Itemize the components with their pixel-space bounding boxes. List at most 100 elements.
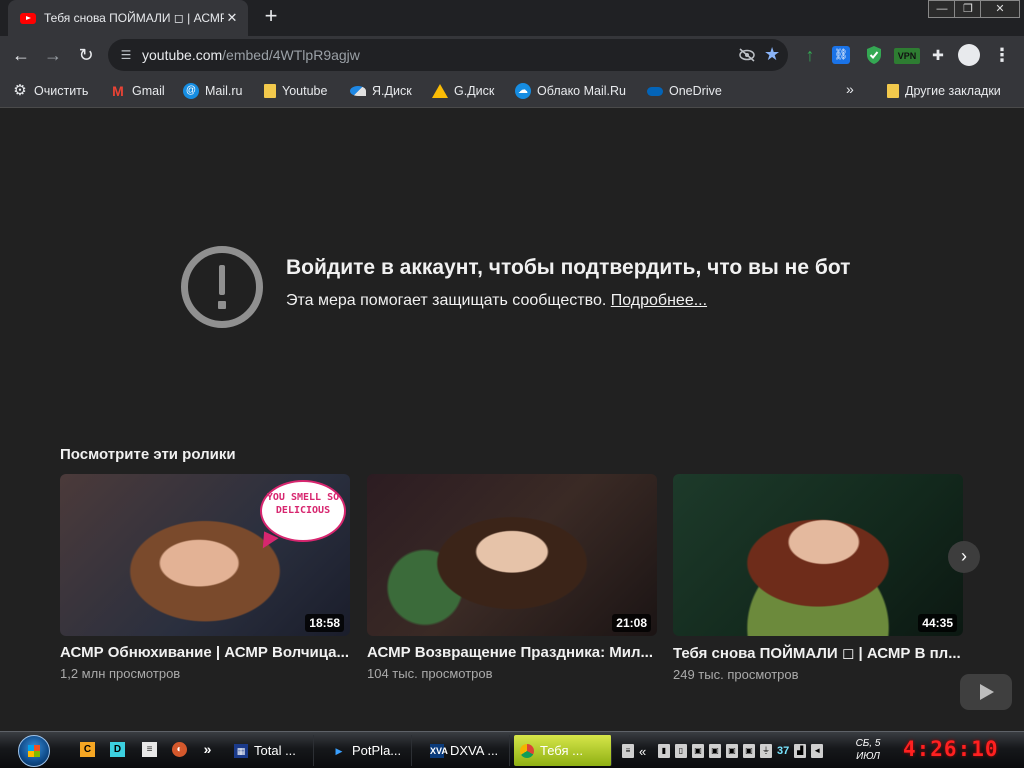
bookmark-gmail[interactable]: M Gmail	[110, 81, 165, 101]
chrome-icon	[520, 743, 534, 758]
reload-icon[interactable]: ↻	[73, 42, 99, 68]
tab-title: Тебя снова ПОЙМАЛИ ◻ | АСМР В пл	[44, 11, 224, 25]
url-path: /embed/4WTlpR9agjw	[222, 47, 360, 63]
taskbar-button-potplayer[interactable]: ▶ PotPla...	[326, 735, 412, 766]
bookmarks-bar: ⚙ Очистить M Gmail @ Mail.ru Youtube Я.Д…	[0, 74, 1024, 108]
extension-link-icon[interactable]: ⛓	[832, 46, 850, 64]
next-videos-chevron-icon[interactable]: ›	[948, 541, 980, 573]
total-commander-icon: ▦	[234, 743, 248, 758]
tab-close-icon[interactable]: ✕	[224, 10, 240, 26]
taskbar-button-label: Тебя ...	[540, 743, 583, 758]
video-card[interactable]: 44:35 Тебя снова ПОЙМАЛИ ◻ | АСМР В пл..…	[673, 474, 963, 682]
signin-message-text: Эта мера помогает защищать сообщество.	[286, 292, 607, 309]
video-thumbnail[interactable]: 21:08	[367, 474, 657, 636]
bookmark-youtube-folder[interactable]: Youtube	[264, 81, 327, 101]
tray-notepad-icon[interactable]: ≡	[622, 744, 634, 758]
alert-bar	[219, 265, 225, 295]
window-maximize-button[interactable]: ❐	[954, 0, 982, 18]
tracking-blocked-eye-icon[interactable]	[738, 47, 756, 63]
start-button-icon[interactable]	[18, 735, 50, 767]
bookmark-onedrive[interactable]: OneDrive	[647, 81, 722, 101]
quicklaunch-c-icon[interactable]: C	[80, 742, 95, 757]
window-close-button[interactable]: ✕	[980, 0, 1020, 18]
bookmark-label: Youtube	[282, 84, 328, 98]
forward-arrow-icon[interactable]: →	[40, 42, 66, 68]
window-minimize-button[interactable]: —	[928, 0, 956, 18]
gear-icon: ⚙	[13, 82, 27, 99]
tray-window-icon[interactable]: ▯	[675, 744, 687, 758]
video-thumbnail[interactable]: YOU SMELL SO DELICIOUS 18:58	[60, 474, 350, 636]
bookmark-yandex-disk[interactable]: Я.Диск	[350, 81, 412, 101]
video-card[interactable]: 21:08 АСМР Возвращение Праздника: Мил...…	[367, 474, 657, 681]
video-duration: 18:58	[305, 614, 344, 632]
taskbar-clock[interactable]: 4:26:10	[903, 737, 999, 761]
learn-more-link[interactable]: Подробнее...	[611, 292, 707, 309]
embed-page: Войдите в аккаунт, чтобы подтвердить, чт…	[0, 109, 1024, 731]
tray-app-icon-1[interactable]: ▣	[692, 744, 704, 758]
tray-counter[interactable]: 37	[777, 745, 789, 757]
extension-shield-icon[interactable]	[864, 45, 884, 65]
cloud-icon: ☁	[515, 83, 531, 99]
bookmarks-overflow-chevron-icon[interactable]: »	[846, 81, 854, 97]
quicklaunch-overflow-chevron-icon[interactable]: »	[200, 742, 215, 757]
site-info-icon[interactable]: ☰	[118, 47, 134, 63]
quicklaunch-d-icon[interactable]: D	[110, 742, 125, 757]
address-url[interactable]: youtube.com/embed/4WTlpR9agjw	[142, 47, 360, 63]
quicklaunch-document-icon[interactable]: ≡	[142, 742, 157, 757]
quicklaunch-firefox-icon[interactable]: ◐	[172, 742, 187, 757]
bookmark-label: Облако Mail.Ru	[537, 84, 626, 98]
bookmark-label: Я.Диск	[372, 84, 412, 98]
recommendations-heading: Посмотрите эти ролики	[60, 446, 236, 463]
taskbar-button-label: Total ...	[254, 743, 296, 758]
tray-monitor-icon[interactable]: ▮	[658, 744, 670, 758]
signin-message-subtitle: Эта мера помогает защищать сообщество. П…	[286, 292, 707, 310]
video-title[interactable]: АСМР Возвращение Праздника: Мил...	[367, 644, 657, 661]
taskbar-button-total-commander[interactable]: ▦ Total ...	[228, 735, 314, 766]
tray-app-icon-3[interactable]: ▣	[726, 744, 738, 758]
back-arrow-icon[interactable]: ←	[8, 42, 34, 68]
bookmark-mailru[interactable]: @ Mail.ru	[183, 81, 243, 101]
profile-avatar-icon[interactable]	[958, 44, 980, 66]
speech-bubble: YOU SMELL SO DELICIOUS	[260, 480, 346, 542]
browser-toolbar: ← → ↻ ☰ youtube.com/embed/4WTlpR9agjw ★ …	[0, 36, 1024, 74]
shield-icon	[867, 46, 881, 64]
bookmark-clear[interactable]: ⚙ Очистить	[12, 81, 88, 101]
bookmark-google-drive[interactable]: G.Диск	[432, 81, 494, 101]
video-title[interactable]: АСМР Обнюхивание | АСМР Волчица...	[60, 644, 350, 661]
video-duration: 21:08	[612, 614, 651, 632]
video-views: 1,2 млн просмотров	[60, 666, 181, 681]
youtube-favicon-icon	[20, 12, 36, 24]
video-title[interactable]: Тебя снова ПОЙМАЛИ ◻ | АСМР В пл...	[673, 644, 963, 662]
browser-tab[interactable]: Тебя снова ПОЙМАЛИ ◻ | АСМР В пл ✕	[8, 0, 248, 36]
taskbar-date[interactable]: СБ, 5 ИЮЛ	[850, 737, 886, 763]
extensions-puzzle-icon[interactable]: ✚	[928, 45, 948, 65]
new-tab-button[interactable]: +	[258, 4, 284, 30]
video-card[interactable]: YOU SMELL SO DELICIOUS 18:58 АСМР Обнюхи…	[60, 474, 350, 681]
bookmark-star-icon[interactable]: ★	[764, 44, 780, 65]
tray-usb-icon[interactable]: ⏚	[760, 744, 772, 758]
bookmark-mailru-cloud[interactable]: ☁ Облако Mail.Ru	[515, 81, 626, 101]
taskbar-button-label: PotPla...	[352, 743, 402, 758]
tray-app-icon-2[interactable]: ▣	[709, 744, 721, 758]
tray-volume-icon[interactable]: ◄	[811, 744, 824, 758]
onedrive-icon	[647, 86, 663, 96]
bookmark-label: G.Диск	[454, 84, 495, 98]
exclamation-alert-icon	[181, 246, 263, 328]
video-thumbnail[interactable]: 44:35	[673, 474, 963, 636]
tray-network-icon[interactable]: ▟	[794, 744, 807, 758]
youtube-logo-icon[interactable]	[960, 674, 1012, 710]
dxva-icon: XVA	[430, 743, 448, 758]
google-drive-icon	[432, 84, 448, 98]
bookmark-label: Очистить	[34, 84, 89, 98]
tray-app-icon-4[interactable]: ▣	[743, 744, 755, 758]
browser-menu-icon[interactable]: ⋮	[992, 45, 1012, 65]
windows-taskbar: C D ≡ ◐ » ▦ Total ... ▶ PotPla... XVA DX…	[0, 731, 1024, 768]
taskbar-button-dxva[interactable]: XVA DXVA ...	[424, 735, 510, 766]
extension-green-arrow-icon[interactable]: ↑	[800, 45, 820, 65]
address-bar[interactable]: ☰ youtube.com/embed/4WTlpR9agjw ★	[108, 39, 788, 71]
bookmark-other-folder[interactable]: Другие закладки	[887, 81, 1001, 101]
extension-vpn-icon[interactable]: VPN	[894, 48, 920, 64]
tray-expand-chevron-icon[interactable]: «	[639, 744, 653, 759]
taskbar-button-chrome[interactable]: Тебя ...	[514, 735, 612, 766]
date-weekday: СБ, 5	[855, 738, 881, 749]
